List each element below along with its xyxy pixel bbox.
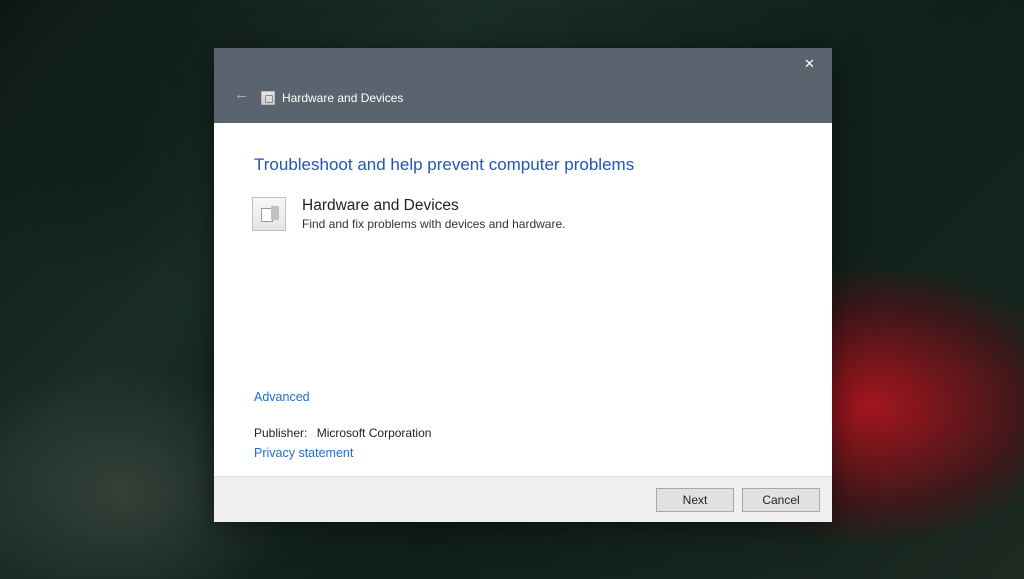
back-icon: ← — [228, 84, 255, 105]
item-title: Hardware and Devices — [302, 197, 565, 215]
advanced-link[interactable]: Advanced — [254, 390, 792, 404]
window-title: Hardware and Devices — [282, 91, 403, 105]
next-button[interactable]: Next — [656, 488, 734, 512]
page-heading: Troubleshoot and help prevent computer p… — [254, 155, 792, 175]
content-area: Troubleshoot and help prevent computer p… — [214, 123, 832, 476]
close-button[interactable]: ✕ — [787, 48, 832, 78]
publisher-row: Publisher: Microsoft Corporation — [254, 426, 792, 440]
footer-bar: Next Cancel — [214, 476, 832, 522]
publisher-label: Publisher: — [254, 426, 307, 440]
item-text-block: Hardware and Devices Find and fix proble… — [302, 197, 565, 231]
troubleshoot-window: ← Hardware and Devices ✕ Troubleshoot an… — [214, 48, 832, 522]
device-icon — [252, 197, 286, 231]
titlebar: ← Hardware and Devices ✕ — [214, 48, 832, 123]
privacy-statement-link[interactable]: Privacy statement — [254, 446, 792, 460]
close-icon: ✕ — [804, 57, 815, 70]
app-icon — [261, 91, 275, 105]
item-description: Find and fix problems with devices and h… — [302, 217, 565, 231]
troubleshoot-item: Hardware and Devices Find and fix proble… — [254, 197, 792, 231]
publisher-value: Microsoft Corporation — [317, 426, 432, 440]
cancel-button[interactable]: Cancel — [742, 488, 820, 512]
